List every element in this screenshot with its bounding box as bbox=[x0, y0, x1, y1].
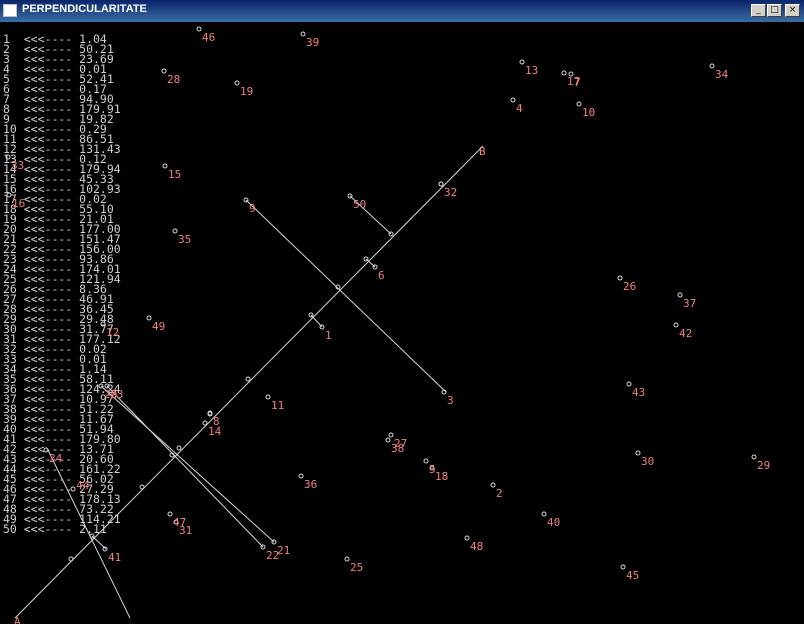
point-marker bbox=[677, 292, 683, 298]
point-label: 14 bbox=[208, 425, 222, 438]
point-marker bbox=[146, 315, 152, 321]
point-marker bbox=[385, 437, 391, 443]
point-marker bbox=[100, 321, 106, 327]
point-marker bbox=[265, 394, 271, 400]
point-label: 33 bbox=[11, 159, 24, 172]
point-label: 31 bbox=[179, 524, 192, 537]
point-label: 45 bbox=[626, 569, 639, 582]
point-marker bbox=[617, 275, 623, 281]
point-label: 1 bbox=[325, 329, 332, 342]
point-label: 13 bbox=[525, 64, 538, 77]
point-label: 50 bbox=[353, 198, 366, 211]
point-marker bbox=[673, 322, 679, 328]
point-marker bbox=[6, 192, 12, 198]
point-marker bbox=[298, 473, 304, 479]
point-marker bbox=[626, 381, 632, 387]
point-label: 26 bbox=[623, 280, 636, 293]
point-label: 39 bbox=[306, 36, 319, 49]
point-label: 19 bbox=[240, 85, 253, 98]
point-marker bbox=[234, 80, 240, 86]
point-label: 23 bbox=[110, 388, 123, 401]
point-label: 49 bbox=[152, 320, 165, 333]
close-button[interactable]: × bbox=[785, 4, 800, 17]
point-label: 9 bbox=[249, 202, 256, 215]
point-marker bbox=[635, 450, 641, 456]
point-marker bbox=[300, 31, 306, 37]
point-marker bbox=[620, 564, 626, 570]
point-label: 3 bbox=[447, 394, 454, 407]
perpendicular-9-3 bbox=[245, 199, 447, 393]
projection-foot-marker bbox=[245, 376, 251, 382]
geometry-plot: 46 3913173428194 10331516329 50356263714912… bbox=[5, 26, 770, 624]
point-label: 11 bbox=[271, 399, 284, 412]
point-marker bbox=[162, 163, 168, 169]
point-marker bbox=[519, 59, 525, 65]
point-marker bbox=[510, 97, 516, 103]
perpendicular-20 bbox=[100, 385, 275, 543]
minimize-button[interactable]: _ bbox=[751, 4, 766, 17]
app-icon[interactable] bbox=[3, 4, 17, 17]
point-marker bbox=[167, 511, 173, 517]
point-marker bbox=[438, 181, 444, 187]
point-label: 10 bbox=[582, 106, 595, 119]
point-marker bbox=[541, 511, 547, 517]
projection-foot-marker bbox=[68, 556, 74, 562]
point-label: 29 bbox=[757, 459, 770, 472]
point-marker bbox=[196, 26, 202, 32]
point-label: 6 bbox=[378, 269, 385, 282]
point-marker bbox=[490, 482, 496, 488]
reference-segment-ab bbox=[14, 145, 484, 619]
point-marker bbox=[561, 70, 567, 76]
point-label: 4 bbox=[516, 102, 523, 115]
point-marker bbox=[5, 154, 11, 160]
point-marker bbox=[43, 447, 49, 453]
point-label: 25 bbox=[350, 561, 363, 574]
point-marker bbox=[202, 420, 208, 426]
point-label: 18 bbox=[435, 470, 448, 483]
point-label: 38 bbox=[391, 442, 404, 455]
point-label: 2 bbox=[496, 487, 503, 500]
point-label: 42 bbox=[679, 327, 692, 340]
point-marker bbox=[464, 535, 470, 541]
point-marker bbox=[576, 101, 582, 107]
projection-foot-marker bbox=[176, 445, 182, 451]
point-label: 16 bbox=[12, 197, 25, 210]
point-marker bbox=[172, 228, 178, 234]
point-marker bbox=[344, 556, 350, 562]
point-label: 22 bbox=[266, 549, 279, 562]
point-label: 44 bbox=[76, 479, 90, 492]
point-label: 35 bbox=[178, 233, 191, 246]
point-label: 15 bbox=[168, 168, 181, 181]
projection-foot-marker bbox=[139, 484, 145, 490]
drawing-canvas[interactable]: 1 <<<---- 1.04 2 <<<---- 50.21 3 <<<---- 2… bbox=[0, 22, 804, 624]
point-label: 40 bbox=[547, 516, 560, 529]
point-label: 36 bbox=[304, 478, 317, 491]
title-bar[interactable]: PERPENDICULARITATE _ □ × bbox=[0, 0, 804, 22]
point-label: 43 bbox=[632, 386, 645, 399]
point-label: 24 bbox=[49, 452, 63, 465]
point-label: 12 bbox=[106, 326, 119, 339]
segment-end-b-label: B bbox=[479, 145, 486, 158]
point-marker bbox=[423, 458, 429, 464]
point-marker bbox=[751, 454, 757, 460]
point-label: 46 bbox=[202, 31, 215, 44]
point-marker bbox=[70, 486, 76, 492]
point-label: 7 bbox=[574, 76, 581, 89]
point-marker bbox=[709, 63, 715, 69]
point-label: 32 bbox=[444, 186, 457, 199]
point-marker bbox=[161, 68, 167, 74]
maximize-button[interactable]: □ bbox=[767, 4, 782, 17]
segment-end-a-label: A bbox=[14, 615, 21, 624]
point-label: 37 bbox=[683, 297, 696, 310]
point-label: 34 bbox=[715, 68, 729, 81]
point-label: 30 bbox=[641, 455, 654, 468]
point-label: 41 bbox=[108, 551, 121, 564]
point-label: 48 bbox=[470, 540, 483, 553]
window-title: PERPENDICULARITATE bbox=[22, 3, 147, 15]
perpendicular-24 bbox=[47, 449, 131, 619]
point-marker bbox=[388, 432, 394, 438]
point-label: 28 bbox=[167, 73, 180, 86]
